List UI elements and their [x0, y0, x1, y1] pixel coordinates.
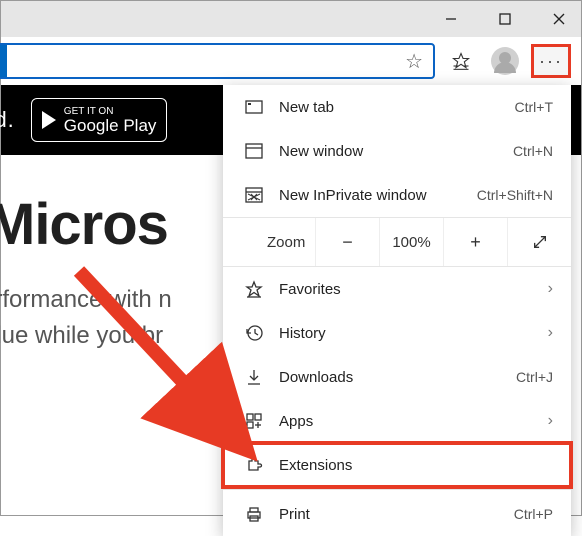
menu-label: New window [267, 143, 513, 160]
menu-label: Print [267, 506, 514, 523]
menu-item-apps[interactable]: Apps › [223, 399, 571, 443]
menu-item-print[interactable]: Print Ctrl+P [223, 492, 571, 536]
menu-accel: Ctrl+T [515, 99, 554, 115]
zoom-label: Zoom [223, 234, 315, 251]
favorites-toolbar-icon[interactable] [443, 43, 479, 79]
menu-label: Favorites [267, 281, 548, 298]
new-tab-icon [241, 98, 267, 116]
downloads-icon [241, 368, 267, 386]
menu-label: History [267, 325, 548, 342]
browser-toolbar: ☆ ··· [1, 37, 581, 85]
settings-menu: New tab Ctrl+T New window Ctrl+N New InP… [223, 85, 571, 536]
more-icon: ··· [539, 51, 563, 72]
menu-label: Downloads [267, 369, 516, 386]
fullscreen-button[interactable] [507, 218, 571, 266]
address-prefix-icon [0, 45, 7, 77]
menu-separator [223, 489, 571, 490]
menu-item-history[interactable]: History › [223, 311, 571, 355]
settings-and-more-button[interactable]: ··· [531, 44, 571, 78]
zoom-value: 100% [379, 218, 443, 266]
menu-accel: Ctrl+J [516, 369, 553, 385]
favorite-star-icon[interactable]: ☆ [405, 49, 423, 74]
gplay-top-text: GET IT ON [64, 107, 157, 117]
window-titlebar [1, 1, 581, 37]
menu-label: Extensions [267, 457, 553, 474]
menu-item-new-tab[interactable]: New tab Ctrl+T [223, 85, 571, 129]
apps-icon [241, 412, 267, 430]
menu-item-extensions[interactable]: Extensions [223, 443, 571, 487]
menu-label: New InPrivate window [267, 187, 477, 204]
banner-text-fragment: roid. [0, 107, 15, 133]
menu-label: Apps [267, 413, 548, 430]
history-icon [241, 324, 267, 342]
chevron-right-icon: › [548, 412, 553, 430]
maximize-button[interactable] [487, 5, 523, 33]
menu-item-inprivate[interactable]: New InPrivate window Ctrl+Shift+N [223, 173, 571, 217]
google-play-badge[interactable]: GET IT ON Google Play [31, 98, 168, 142]
zoom-out-button[interactable]: − [315, 218, 379, 266]
menu-label: New tab [267, 99, 515, 116]
inprivate-icon [241, 186, 267, 204]
profile-avatar[interactable] [487, 43, 523, 79]
gplay-bottom-text: Google Play [64, 117, 157, 134]
favorites-icon [241, 280, 267, 298]
address-input[interactable] [7, 45, 405, 77]
menu-accel: Ctrl+P [514, 506, 553, 522]
address-bar[interactable]: ☆ [0, 43, 435, 79]
zoom-in-button[interactable]: + [443, 218, 507, 266]
chevron-right-icon: › [548, 324, 553, 342]
minimize-button[interactable] [433, 5, 469, 33]
play-icon [42, 111, 56, 129]
print-icon [241, 505, 267, 523]
chevron-right-icon: › [548, 280, 553, 298]
new-window-icon [241, 142, 267, 160]
close-button[interactable] [541, 5, 577, 33]
menu-item-downloads[interactable]: Downloads Ctrl+J [223, 355, 571, 399]
menu-accel: Ctrl+Shift+N [477, 187, 553, 203]
extensions-icon [241, 456, 267, 474]
menu-item-new-window[interactable]: New window Ctrl+N [223, 129, 571, 173]
menu-item-zoom: Zoom − 100% + [223, 217, 571, 267]
menu-item-favorites[interactable]: Favorites › [223, 267, 571, 311]
menu-accel: Ctrl+N [513, 143, 553, 159]
